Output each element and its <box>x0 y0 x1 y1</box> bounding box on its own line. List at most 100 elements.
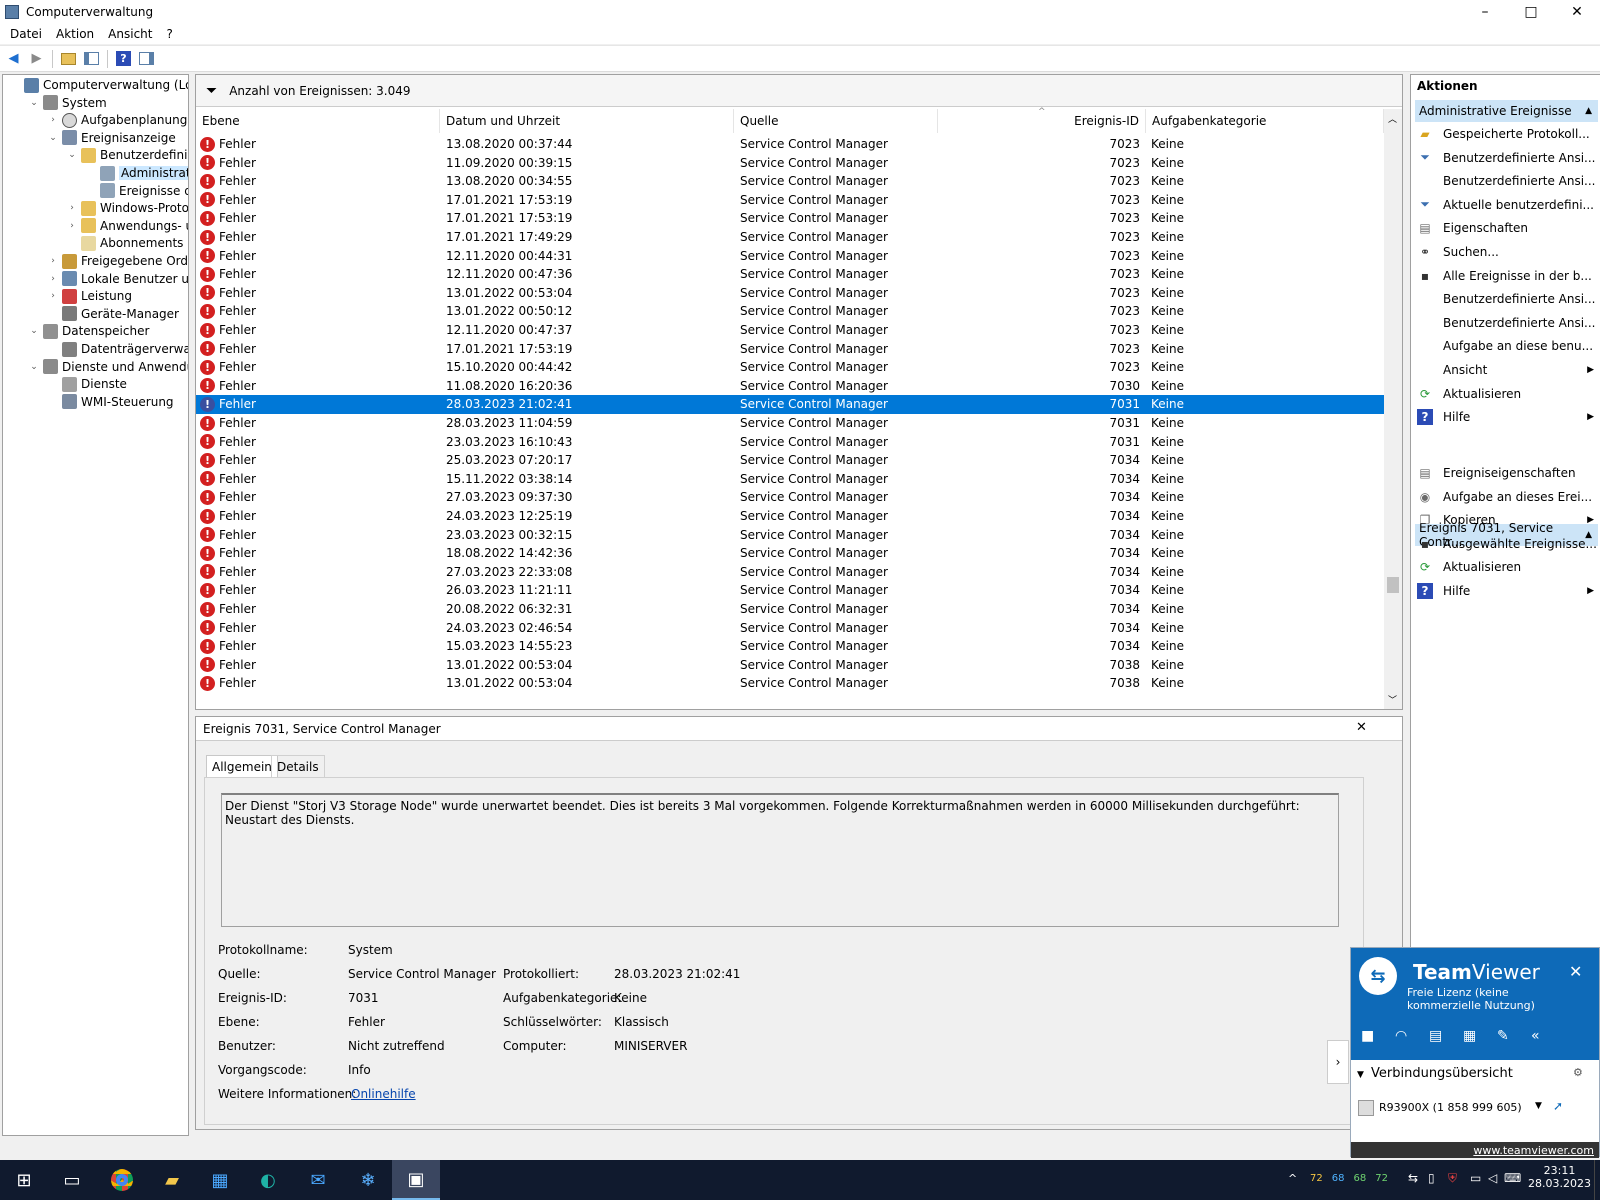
expander-icon[interactable]: ⌄ <box>28 362 40 372</box>
microsoft-store-icon[interactable]: ▦ <box>196 1160 244 1200</box>
partner-device[interactable]: R93900X (1 858 999 605) <box>1379 1101 1522 1114</box>
mail-icon[interactable]: ✉ <box>294 1160 342 1200</box>
action-item[interactable]: ? Hilfe ▶ <box>1413 406 1598 428</box>
tab-details[interactable]: Details <box>271 755 325 777</box>
tree-item[interactable]: Datenträgerverwaltung <box>47 340 188 358</box>
action-item[interactable]: ⚭ Suchen... <box>1413 241 1598 263</box>
scroll-up-arrow-icon[interactable]: ︿ <box>1388 112 1397 125</box>
connect-pointer-icon[interactable]: ➚ <box>1553 1099 1563 1113</box>
collapse-left-icon[interactable]: « <box>1531 1028 1540 1044</box>
event-row[interactable]: ! Fehler 12.11.2020 00:44:31 Service Contro… <box>196 247 1384 266</box>
file-explorer-icon[interactable]: ▰ <box>148 1160 196 1200</box>
expander-icon[interactable]: › <box>66 221 78 231</box>
event-row[interactable]: ! Fehler 13.01.2022 00:53:04 Service Contro… <box>196 284 1384 303</box>
event-row[interactable]: ! Fehler 26.03.2023 11:21:11 Service Contro… <box>196 581 1384 600</box>
show-hide-tree-icon[interactable] <box>82 49 101 68</box>
event-row[interactable]: ! Fehler 12.11.2020 00:47:36 Service Contro… <box>196 265 1384 284</box>
tree-item[interactable]: › Anwendungs- und D <box>66 217 188 235</box>
chrome-icon[interactable] <box>98 1160 146 1200</box>
event-row[interactable]: ! Fehler 13.08.2020 00:34:55 Service Contro… <box>196 172 1384 191</box>
show-hidden-icons[interactable]: ^ <box>1288 1172 1297 1185</box>
event-row[interactable]: ! Fehler 20.08.2022 06:32:31 Service Contro… <box>196 600 1384 619</box>
tree-item[interactable]: › Windows-Protokolle <box>66 199 188 217</box>
event-list-vertical-scrollbar[interactable]: ︿ ﹀ <box>1384 109 1402 709</box>
tree-item[interactable]: WMI-Steuerung <box>47 393 174 411</box>
show-desktop-button[interactable] <box>1594 1160 1600 1200</box>
tree-item[interactable]: › Lokale Benutzer und Gru <box>47 270 188 288</box>
maximize-button[interactable]: □ <box>1508 0 1554 24</box>
tree-item[interactable]: ⌄ Ereignisanzeige <box>47 129 176 147</box>
tree-item[interactable]: ⌄ System <box>28 94 107 112</box>
tree-item[interactable]: Administrative E <box>85 164 188 182</box>
event-row[interactable]: ! Fehler 15.03.2023 14:55:23 Service Contro… <box>196 637 1384 656</box>
action-item[interactable]: ▤ Ereigniseigenschaften <box>1413 462 1598 484</box>
column-header-date[interactable]: Datum und Uhrzeit <box>440 109 734 133</box>
expander-icon[interactable]: ⌄ <box>66 150 78 160</box>
action-item[interactable]: Aufgabe an diese benu... <box>1413 335 1598 357</box>
event-row[interactable]: ! Fehler 11.08.2020 16:20:36 Service Contro… <box>196 377 1384 396</box>
tree-item[interactable]: › Leistung <box>47 287 132 305</box>
action-item[interactable]: Benutzerdefinierte Ansi... <box>1413 312 1598 334</box>
column-header-level[interactable]: Ebene <box>196 109 440 133</box>
event-row[interactable]: ! Fehler 17.01.2021 17:53:19 Service Contro… <box>196 191 1384 210</box>
collapse-icon[interactable]: ▲ <box>1585 106 1592 116</box>
action-item[interactable]: ▪ Alle Ereignisse in der b... <box>1413 265 1598 287</box>
teamviewer-close-icon[interactable]: ✕ <box>1569 962 1582 981</box>
tree-item[interactable]: Ereignisse der Zu <box>85 182 188 200</box>
tree-item[interactable]: ⌄ Datenspeicher <box>28 322 149 340</box>
column-header-task-category[interactable]: Aufgabenkategorie <box>1146 109 1384 133</box>
expander-icon[interactable]: ⌄ <box>28 326 40 336</box>
action-item[interactable]: ▤ Eigenschaften <box>1413 217 1598 239</box>
event-row[interactable]: ! Fehler 25.03.2023 07:20:17 Service Contro… <box>196 451 1384 470</box>
event-row[interactable]: ! Fehler 12.11.2020 00:47:37 Service Contro… <box>196 321 1384 340</box>
menu-help[interactable]: ? <box>159 27 179 41</box>
action-item[interactable]: ⟳ Aktualisieren <box>1413 556 1598 578</box>
expander-icon[interactable]: › <box>47 256 59 266</box>
action-item[interactable]: ▪ Ausgewählte Ereignisse... <box>1413 533 1598 555</box>
expander-icon[interactable]: ⌄ <box>28 98 40 108</box>
menu-datei[interactable]: Datei <box>3 27 49 41</box>
event-row[interactable]: ! Fehler 13.01.2022 00:53:04 Service Contro… <box>196 674 1384 693</box>
event-row[interactable]: ! Fehler 28.03.2023 21:02:41 Service Contro… <box>196 395 1384 415</box>
device-dropdown-icon[interactable]: ▼ <box>1535 1101 1542 1111</box>
event-row[interactable]: ! Fehler 23.03.2023 16:10:43 Service Contro… <box>196 433 1384 452</box>
network-tray-icon[interactable]: ▭ <box>1470 1171 1481 1185</box>
action-item[interactable]: ⏷ Benutzerdefinierte Ansi... <box>1413 147 1598 169</box>
settings-gear-icon[interactable]: ⚙ <box>1573 1066 1583 1079</box>
tree-item[interactable]: ⌄ Benutzerdefinierte A <box>66 146 188 164</box>
event-row[interactable]: ! Fehler 24.03.2023 12:25:19 Service Contro… <box>196 507 1384 526</box>
close-button[interactable]: ✕ <box>1554 0 1600 24</box>
event-row[interactable]: ! Fehler 13.08.2020 00:37:44 Service Contro… <box>196 135 1384 154</box>
file-transfer-icon[interactable]: ▦ <box>1463 1028 1476 1044</box>
menu-ansicht[interactable]: Ansicht <box>101 27 159 41</box>
event-row[interactable]: ! Fehler 24.03.2023 02:46:54 Service Contro… <box>196 619 1384 638</box>
expander-icon[interactable]: ⌄ <box>47 133 59 143</box>
teamviewer-tray-icon[interactable]: ⇆ <box>1408 1171 1418 1185</box>
scroll-thumb[interactable] <box>1387 577 1399 593</box>
usb-tray-icon[interactable]: ▯ <box>1428 1171 1435 1185</box>
action-item[interactable]: ⏷ Aktuelle benutzerdefini... <box>1413 194 1598 216</box>
event-row[interactable]: ! Fehler 17.01.2021 17:53:19 Service Contro… <box>196 340 1384 359</box>
up-folder-icon[interactable] <box>59 49 78 68</box>
expander-icon[interactable]: › <box>47 115 59 125</box>
event-row[interactable]: ! Fehler 17.01.2021 17:49:29 Service Contro… <box>196 228 1384 247</box>
minimize-button[interactable]: – <box>1462 0 1508 24</box>
edge-icon[interactable]: ◐ <box>244 1160 292 1200</box>
expand-panel-icon[interactable]: › <box>1327 1040 1349 1084</box>
help-icon[interactable]: ? <box>114 49 133 68</box>
event-row[interactable]: ! Fehler 18.08.2022 14:42:36 Service Contro… <box>196 544 1384 563</box>
clock[interactable]: 23:11 28.03.2023 <box>1528 1164 1591 1190</box>
headset-icon[interactable]: ◠ <box>1395 1028 1407 1044</box>
column-header-source[interactable]: Quelle <box>734 109 938 133</box>
event-row[interactable]: ! Fehler 13.01.2022 00:53:04 Service Contro… <box>196 656 1384 675</box>
tree-item[interactable]: Geräte-Manager <box>47 305 179 323</box>
action-item[interactable]: Benutzerdefinierte Ansi... <box>1413 170 1598 192</box>
event-row[interactable]: ! Fehler 17.01.2021 17:53:19 Service Contro… <box>196 209 1384 228</box>
action-item[interactable]: ? Hilfe ▶ <box>1413 580 1598 602</box>
online-help-link[interactable]: Onlinehilfe <box>351 1087 416 1101</box>
action-item[interactable]: ⟳ Aktualisieren <box>1413 383 1598 405</box>
tree-item[interactable]: Computerverwaltung (Lokal) <box>9 76 188 94</box>
detail-close-icon[interactable]: ✕ <box>1356 720 1367 735</box>
action-item[interactable]: ❐ Kopieren ▶ <box>1413 509 1598 531</box>
scroll-down-arrow-icon[interactable]: ﹀ <box>1388 693 1397 706</box>
